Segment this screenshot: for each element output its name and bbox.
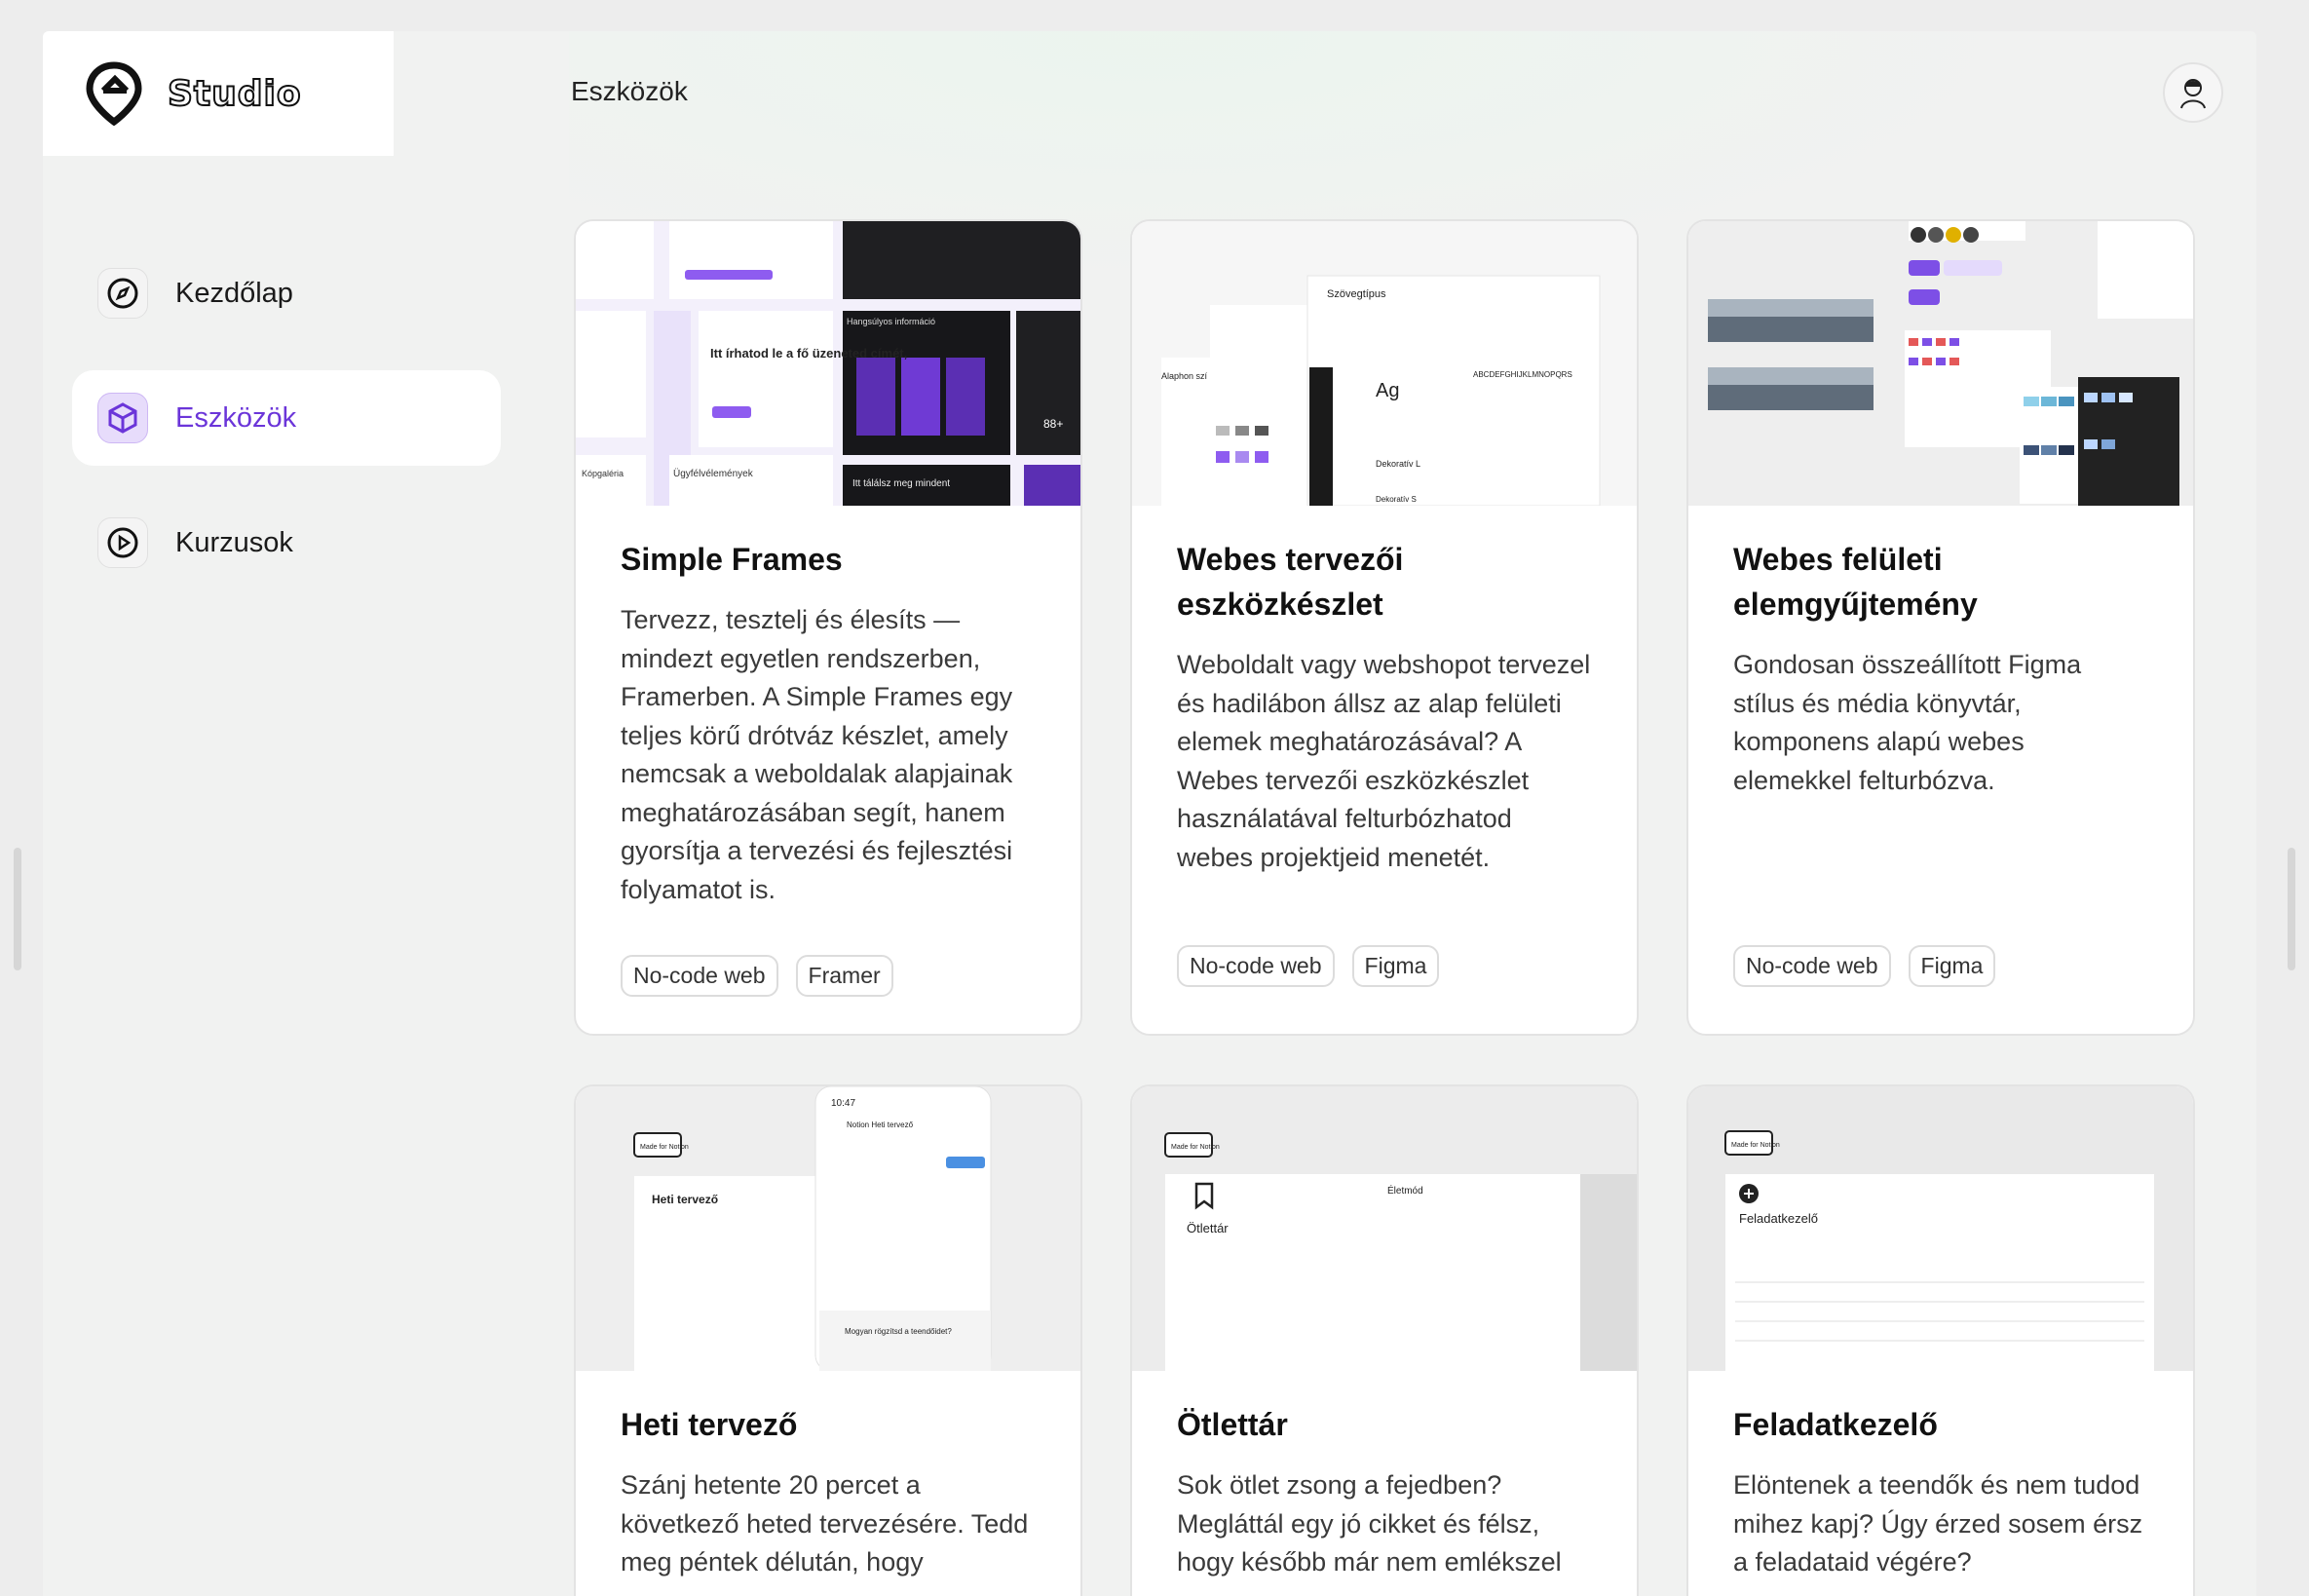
scrollbar-right[interactable]	[2288, 848, 2295, 970]
card-title: Feladatkezelő	[1733, 1407, 1938, 1442]
sidebar-item-label: Eszközök	[175, 401, 297, 434]
app-frame: Studio Eszközök Kezdőlap Eszközök Kurzus	[43, 31, 2256, 1596]
card-description: Weboldalt vagy webshopot tervezel és had…	[1177, 650, 1591, 872]
thumb-text: Heti tervező	[652, 1193, 718, 1206]
card-description: Elöntenek a teendők és nem tudod mihez k…	[1733, 1470, 2143, 1577]
tag[interactable]: Figma	[1351, 945, 1440, 987]
thumb-text: Hangsúlyos információ	[847, 317, 935, 326]
thumb-text: Dekoratív S	[1376, 495, 1417, 504]
sidebar-item-label: Kurzusok	[175, 526, 293, 558]
sidebar: Kezdőlap Eszközök Kurzusok	[72, 246, 501, 620]
card-simple-frames[interactable]: Itt írhatod le a fő üzeneted címét, Hang…	[574, 219, 1082, 1036]
page-title: Eszközök	[571, 76, 688, 106]
scrollbar-left[interactable]	[14, 848, 21, 970]
brand-name: Studio	[167, 73, 302, 115]
compass-icon	[97, 268, 148, 319]
sidebar-item-eszkozok[interactable]: Eszközök	[72, 370, 501, 466]
location-pin-logo-icon	[86, 61, 142, 126]
tag-list: No-code web Figma	[1733, 945, 1996, 987]
card-description: Tervezz, tesztelj és élesíts — mindezt e…	[621, 605, 1013, 904]
tag[interactable]: Framer	[795, 955, 893, 997]
thumb-text: Itt írhatod le a fő üzeneted címét,	[710, 346, 907, 361]
card-heti-tervezo[interactable]: Made for Notion Heti tervező 10:47 Notio…	[574, 1084, 1082, 1596]
thumb-text: 10:47	[831, 1098, 855, 1109]
card-otlettar[interactable]: Made for Notion Ötlettár Életmód Ötlettá…	[1130, 1084, 1639, 1596]
cube-icon	[97, 393, 148, 443]
thumb-text: Életmód	[1387, 1184, 1423, 1197]
card-title: Heti tervező	[621, 1407, 798, 1442]
card-thumbnail: Made for Notion Feladatkezelő	[1688, 1086, 2193, 1371]
user-avatar-icon	[2180, 79, 2206, 109]
tag[interactable]: No-code web	[1177, 945, 1335, 987]
card-description: Gondosan összeállított Figma stílus és m…	[1733, 650, 2082, 795]
card-thumbnail: Made for Notion Heti tervező 10:47 Notio…	[576, 1086, 1080, 1371]
card-webes-tervezoi-eszkozkeszlet[interactable]: Szövegtípus Ag Dekoratív L Alaphon szí A…	[1130, 219, 1639, 1036]
card-title: Ötlettár	[1177, 1407, 1288, 1442]
card-title: Webes tervezői eszközkészlet	[1177, 542, 1404, 622]
card-thumbnail	[1688, 221, 2193, 506]
sidebar-item-kezdolap[interactable]: Kezdőlap	[72, 246, 501, 341]
thumb-text: Feladatkezelő	[1739, 1211, 1818, 1226]
thumb-text: Dekoratív L	[1376, 459, 1420, 469]
thumb-text: Ag	[1376, 380, 1399, 401]
card-title: Webes felületi elemgyűjtemény	[1733, 542, 1978, 622]
thumb-text: Made for Notion	[1171, 1144, 1220, 1151]
tag[interactable]: Figma	[1908, 945, 1996, 987]
thumb-text: Ügyfélvélemények	[673, 468, 754, 479]
thumb-text: ABCDEFGHIJKLMNOPQRS	[1473, 370, 1572, 379]
sidebar-item-kurzusok[interactable]: Kurzusok	[72, 495, 501, 590]
card-thumbnail: Made for Notion Ötlettár Életmód	[1132, 1086, 1637, 1371]
tag[interactable]: No-code web	[621, 955, 778, 997]
thumb-text: Made for Notion	[640, 1144, 689, 1151]
card-thumbnail: Itt írhatod le a fő üzeneted címét, Hang…	[576, 221, 1080, 506]
thumb-text: Made for Notion	[1731, 1142, 1780, 1149]
play-circle-icon	[97, 517, 148, 568]
thumb-text: Kópgaléria	[582, 469, 624, 478]
avatar[interactable]	[2163, 62, 2223, 123]
card-title: Simple Frames	[621, 542, 843, 577]
thumb-text: Mogyan rögzítsd a teendőidet?	[845, 1327, 952, 1336]
tag-list: No-code web Figma	[1177, 945, 1440, 987]
sidebar-item-label: Kezdőlap	[175, 277, 293, 309]
card-description: Sok ötlet zsong a fejedben? Megláttál eg…	[1177, 1470, 1562, 1577]
card-thumbnail: Szövegtípus Ag Dekoratív L Alaphon szí A…	[1132, 221, 1637, 506]
thumb-text: Szövegtípus	[1327, 288, 1386, 300]
card-webes-feluleti-elemgyujtemeny[interactable]: Webes felületi elemgyűjtemény Gondosan ö…	[1686, 219, 2195, 1036]
thumb-text: Notion Heti tervező	[847, 1121, 914, 1129]
thumb-text: Alaphon szí	[1161, 371, 1208, 381]
tag[interactable]: No-code web	[1733, 945, 1891, 987]
brand-logo[interactable]: Studio	[43, 31, 394, 156]
thumb-text: 88+	[1043, 417, 1063, 431]
thumb-text: Ötlettár	[1187, 1221, 1229, 1235]
card-description: Szánj hetente 20 percet a következő hete…	[621, 1470, 1029, 1577]
thumb-text: Itt tálálsz meg mindent	[852, 478, 950, 489]
card-feladatkezelo[interactable]: Made for Notion Feladatkezelő Feladatkez…	[1686, 1084, 2195, 1596]
tag-list: No-code web Framer	[621, 955, 893, 997]
